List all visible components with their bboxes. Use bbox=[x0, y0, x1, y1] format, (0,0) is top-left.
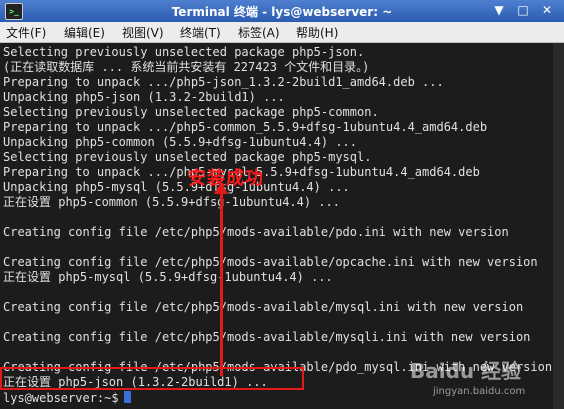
terminal-window: >_ Terminal 终端 - lys@webserver: ~ ▼ □ ✕ … bbox=[0, 0, 564, 409]
shell-prompt: lys@webserver:~$ bbox=[3, 391, 119, 405]
annotation-arrow-shaft bbox=[220, 190, 223, 376]
menu-help[interactable]: 帮助(H) bbox=[296, 24, 338, 41]
text-cursor bbox=[123, 391, 131, 403]
terminal-line: Selecting previously unselected package … bbox=[3, 150, 372, 164]
terminal-line: Unpacking php5-mysql (5.5.9+dfsg-1ubuntu… bbox=[3, 180, 350, 194]
terminal-line: Unpacking php5-common (5.5.9+dfsg-1ubunt… bbox=[3, 135, 358, 149]
terminal-line: 正在设置 php5-common (5.5.9+dfsg-1ubuntu4.4)… bbox=[3, 195, 340, 209]
menu-file[interactable]: 文件(F) bbox=[6, 24, 46, 41]
terminal-line: Creating config file /etc/php5/mods-avai… bbox=[3, 255, 538, 269]
maximize-button[interactable]: □ bbox=[514, 2, 532, 19]
terminal-line: Creating config file /etc/php5/mods-avai… bbox=[3, 300, 524, 314]
annotation-callout: 安装成功 bbox=[188, 168, 264, 189]
terminal-line: Creating config file /etc/php5/mods-avai… bbox=[3, 330, 531, 344]
terminal-line: 正在设置 php5-mysql (5.5.9+dfsg-1ubuntu4.4) … bbox=[3, 270, 333, 284]
menu-view[interactable]: 视图(V) bbox=[122, 24, 164, 41]
terminal-line: Unpacking php5-json (1.3.2-2build1) ... bbox=[3, 90, 285, 104]
close-button[interactable]: ✕ bbox=[538, 2, 556, 19]
title-bar[interactable]: >_ Terminal 终端 - lys@webserver: ~ ▼ □ ✕ bbox=[0, 0, 564, 22]
window-menu-button[interactable]: ▼ bbox=[490, 2, 508, 19]
terminal-line: (正在读取数据库 ... 系统当前共安装有 227423 个文件和目录。) bbox=[3, 60, 370, 74]
terminal-line: Selecting previously unselected package … bbox=[3, 105, 379, 119]
annotation-highlight-box bbox=[0, 367, 304, 390]
watermark-url: jingyan.baidu.com bbox=[433, 386, 526, 397]
window-title: Terminal 终端 - lys@webserver: ~ bbox=[171, 5, 393, 19]
menu-edit[interactable]: 编辑(E) bbox=[64, 24, 105, 41]
vertical-scrollbar[interactable] bbox=[553, 43, 564, 409]
terminal-line: Preparing to unpack .../php5-json_1.3.2-… bbox=[3, 75, 444, 89]
terminal-line: Selecting previously unselected package … bbox=[3, 45, 365, 59]
shell-prompt-line[interactable]: lys@webserver:~$ bbox=[3, 391, 131, 406]
watermark-logo: Baidu 经验 bbox=[410, 359, 522, 383]
menu-terminal[interactable]: 终端(T) bbox=[180, 24, 221, 41]
menu-tabs[interactable]: 标签(A) bbox=[238, 24, 280, 41]
terminal-line: Creating config file /etc/php5/mods-avai… bbox=[3, 225, 509, 239]
menu-bar: 文件(F) 编辑(E) 视图(V) 终端(T) 标签(A) 帮助(H) bbox=[0, 22, 564, 43]
terminal-line: Preparing to unpack .../php5-common_5.5.… bbox=[3, 120, 488, 134]
